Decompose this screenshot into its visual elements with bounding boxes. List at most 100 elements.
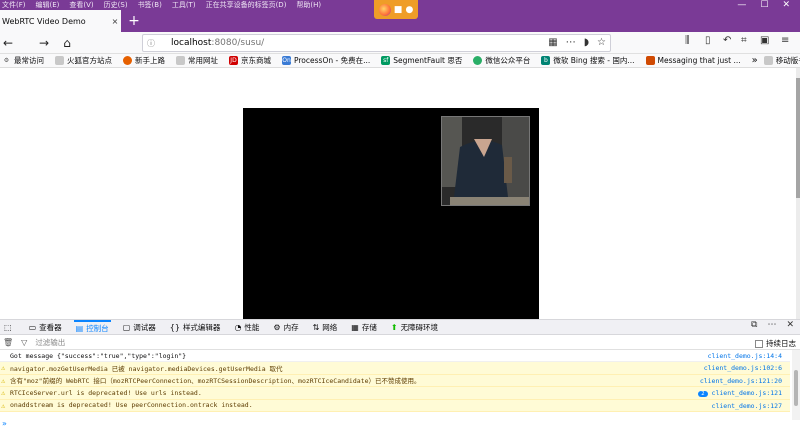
bookmark-wechat[interactable]: 微信公众平台 <box>473 55 530 66</box>
console-source-link[interactable]: client_demo.js:127 <box>712 402 782 410</box>
back-icon[interactable]: ← <box>0 35 16 51</box>
window-controls: — ☐ ✕ <box>737 0 800 10</box>
scrollbar-thumb[interactable] <box>796 78 800 198</box>
console-scrollbar[interactable] <box>792 350 800 420</box>
repeat-count-badge: 2 <box>698 391 708 398</box>
page-actions-icon[interactable]: ⋯ <box>566 37 576 48</box>
tab-storage[interactable]: ▦ 存储 <box>349 320 379 335</box>
menu-sharing-tabs[interactable]: 正在共享设备的标签页(D) <box>206 0 287 10</box>
tab-style-editor[interactable]: {} 样式编辑器 <box>168 320 223 335</box>
tab-console[interactable]: ▤ 控制台 <box>73 319 111 335</box>
url-bar[interactable]: ⓘ localhost:8080/susu/ ▦ ⋯ ◗ ☆ <box>142 34 611 52</box>
menu-file[interactable]: 文件(F) <box>2 0 26 10</box>
folder-icon <box>763 56 773 65</box>
tab-debugger[interactable]: ▢ 调试器 <box>121 320 158 335</box>
console-message: Got message {"success":"true","type":"lo… <box>10 351 187 360</box>
console-message: onaddstream is deprecated! Use peerConne… <box>10 401 253 410</box>
bookmark-firefox-official[interactable]: 火狐官方站点 <box>55 55 112 66</box>
undo-icon[interactable]: ↶ <box>723 35 731 46</box>
bookmark-getting-started[interactable]: 新手上路 <box>123 55 165 66</box>
bing-icon: b <box>541 56 551 65</box>
devtools-window-controls: ⧉ ⋯ ✕ <box>751 320 794 330</box>
url-text: localhost:8080/susu/ <box>171 38 264 48</box>
bookmark-bing[interactable]: b 微软 Bing 搜索 - 国内... <box>541 55 635 66</box>
page-scrollbar[interactable] <box>796 68 800 319</box>
firefox-icon <box>378 3 391 16</box>
rabbitmq-icon <box>645 56 655 65</box>
console-input[interactable]: » <box>0 416 790 430</box>
bookmarks-overflow-button[interactable]: » <box>752 55 758 66</box>
bookmark-label: 微信公众平台 <box>485 56 531 65</box>
local-video[interactable] <box>441 116 530 206</box>
new-tab-button[interactable]: + <box>125 12 143 30</box>
sidebar-icon[interactable]: ▯ <box>705 35 711 46</box>
tab-label: 性能 <box>244 322 260 332</box>
persist-logs-checkbox[interactable] <box>755 339 763 348</box>
bookmark-most-visited[interactable]: ⚙ 最常访问 <box>2 55 44 66</box>
pocket-icon[interactable]: ◗ <box>584 37 589 48</box>
filter-input[interactable]: 过滤输出 <box>35 337 65 348</box>
dock-side-icon[interactable]: ⧉ <box>751 320 757 330</box>
tab-label: 控制台 <box>86 323 109 333</box>
console-row: Got message {"success":"true","type":"lo… <box>0 350 790 363</box>
gear-icon: ⚙ <box>3 57 10 64</box>
devtools-pick-element[interactable]: ⬚ <box>2 320 17 335</box>
tab-accessibility[interactable]: ⬆ 无障碍环境 <box>389 320 440 335</box>
tab-inspector[interactable]: ▭ 查看器 <box>27 320 64 335</box>
url-host: localhost <box>171 38 212 48</box>
console-source-link[interactable]: client_demo.js:14:4 <box>708 352 782 360</box>
tab-performance[interactable]: ◔ 性能 <box>232 320 261 335</box>
memory-icon: ⚙ <box>273 322 281 332</box>
tab-webrtc-demo[interactable]: WebRTC Video Demo × <box>0 10 121 32</box>
menu-tools[interactable]: 工具(T) <box>172 0 196 10</box>
sharing-indicator[interactable]: ■ ● <box>374 0 418 19</box>
camera-icon[interactable]: ■ <box>394 5 403 15</box>
bookmark-segmentfault[interactable]: sf SegmentFault 思否 <box>381 55 462 66</box>
bookmark-jd[interactable]: JD 京东商城 <box>229 55 271 66</box>
maximize-icon[interactable]: ☐ <box>760 0 768 10</box>
page-content <box>0 68 800 319</box>
bookmark-star-icon[interactable]: ☆ <box>597 37 606 48</box>
console-source-link[interactable]: client_demo.js:121:20 <box>700 377 782 385</box>
tab-memory[interactable]: ⚙ 内存 <box>271 320 300 335</box>
console-message: 含有"moz"前缀的 WebRTC 接口（mozRTCPeerConnectio… <box>10 377 421 386</box>
devtools-options-icon[interactable]: ⋯ <box>767 320 776 330</box>
bookmark-common-sites[interactable]: 常用网址 <box>176 55 218 66</box>
trash-icon[interactable]: 🗑 <box>3 338 13 347</box>
library-icon[interactable]: ⫼ <box>685 35 690 46</box>
menu-bookmarks[interactable]: 书签(B) <box>138 0 162 10</box>
remote-video[interactable] <box>243 108 539 319</box>
bookmark-messaging[interactable]: Messaging that just ... <box>645 56 741 65</box>
tab-label: 存储 <box>361 322 377 332</box>
navigation-toolbar: ← → ⌂ ⓘ localhost:8080/susu/ ▦ ⋯ ◗ ☆ ⫼ ▯… <box>0 32 800 54</box>
close-devtools-icon[interactable]: ✕ <box>786 320 794 330</box>
close-window-icon[interactable]: ✕ <box>782 0 790 10</box>
microphone-icon[interactable]: ● <box>406 5 414 15</box>
tab-close-icon[interactable]: × <box>109 17 121 26</box>
menu-help[interactable]: 帮助(H) <box>296 0 321 10</box>
accessibility-icon: ⬆ <box>390 322 398 332</box>
console-source-link[interactable]: client_demo.js:102:6 <box>704 364 782 372</box>
menu-icon[interactable]: ≡ <box>781 35 789 46</box>
scrollbar-thumb[interactable] <box>794 370 798 406</box>
forward-icon[interactable]: → <box>36 35 52 51</box>
console-source-link[interactable]: 2 client_demo.js:121 <box>698 389 782 398</box>
bookmark-processon[interactable]: On ProcessOn - 免费在... <box>282 55 370 66</box>
menu-history[interactable]: 历史(S) <box>104 0 128 10</box>
site-info-icon[interactable]: ⓘ <box>147 38 159 48</box>
style-editor-icon: {} <box>169 322 180 332</box>
console-message: RTCIceServer.url is deprecated! Use urls… <box>10 388 202 397</box>
console-row: ⚠ RTCIceServer.url is deprecated! Use ur… <box>0 387 790 400</box>
screenshot-icon[interactable]: ⌗ <box>741 35 747 46</box>
minimize-icon[interactable]: — <box>737 0 746 10</box>
tab-label: 查看器 <box>39 322 62 332</box>
bookmark-mobile[interactable]: 移动版书签 <box>763 55 800 66</box>
menu-edit[interactable]: 编辑(E) <box>36 0 60 10</box>
qr-code-icon[interactable]: ▦ <box>548 37 557 48</box>
tab-network[interactable]: ⇅ 网络 <box>311 320 340 335</box>
home-icon[interactable]: ⌂ <box>59 35 75 51</box>
bookmark-label: 常用网址 <box>188 56 218 65</box>
persist-logs-toggle[interactable]: 持续日志 <box>755 338 796 349</box>
chat-icon[interactable]: ▣ <box>760 35 769 46</box>
menu-view[interactable]: 查看(V) <box>69 0 93 10</box>
